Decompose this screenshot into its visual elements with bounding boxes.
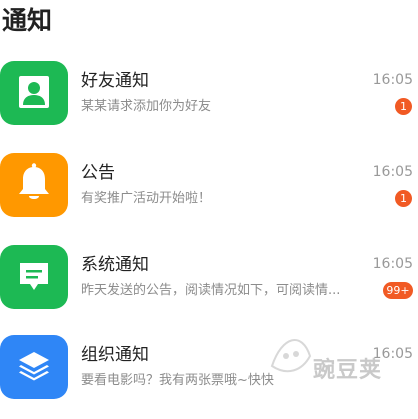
item-name: 好友通知 (81, 71, 149, 91)
unread-badge: 1 (395, 98, 412, 115)
unread-badge: 1 (395, 190, 412, 207)
message-icon (0, 245, 68, 309)
item-message: 要看电影吗？我有两张票哦~快快 (81, 373, 274, 388)
list-item-friend-notification[interactable]: 好友通知 某某请求添加你为好友 16:05 1 (0, 61, 418, 145)
list-item-system-notification[interactable]: 系统通知 昨天发送的公告，阅读情况如下，可阅读情... 16:05 99+ (0, 245, 418, 329)
list-item-announcement[interactable]: 公告 有奖推广活动开始啦！ 16:05 1 (0, 153, 418, 237)
page-title: 通知 (2, 6, 53, 35)
item-message: 有奖推广活动开始啦！ (81, 191, 212, 206)
item-time: 16:05 (372, 256, 413, 272)
user-icon (0, 61, 68, 125)
layers-icon (0, 335, 68, 399)
unread-badge: 99+ (383, 282, 413, 299)
item-name: 公告 (81, 163, 115, 183)
item-time: 16:05 (372, 164, 413, 180)
watermark-text: 豌豆荚 (313, 358, 383, 383)
item-name: 系统通知 (81, 255, 149, 275)
item-message: 某某请求添加你为好友 (81, 99, 212, 114)
item-message: 昨天发送的公告，阅读情况如下，可阅读情... (81, 283, 341, 298)
item-time: 16:05 (372, 72, 413, 88)
bell-icon (0, 153, 68, 217)
item-name: 组织通知 (81, 345, 149, 365)
